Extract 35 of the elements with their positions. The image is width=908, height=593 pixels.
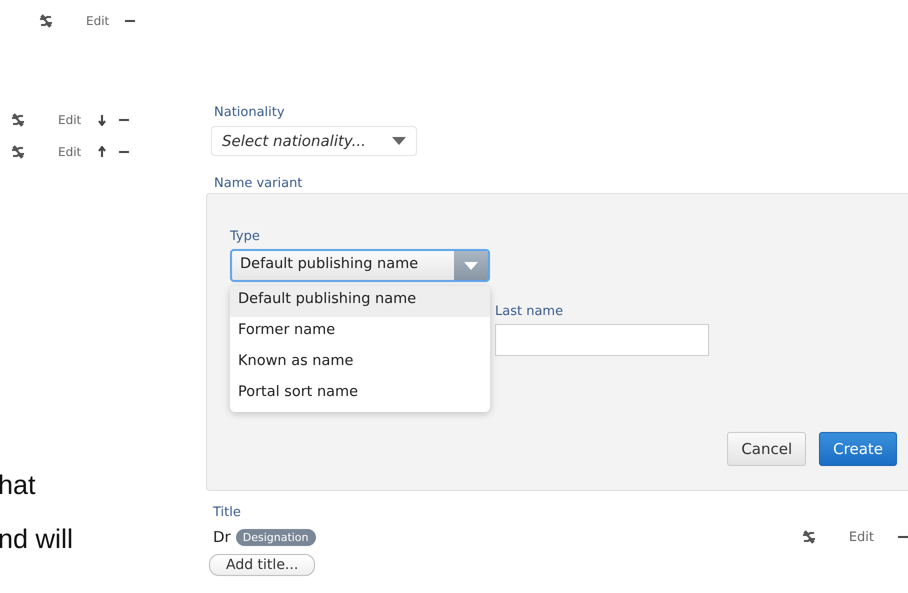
title-value: Dr bbox=[213, 528, 231, 546]
dropdown-option[interactable]: Known as name bbox=[230, 348, 490, 379]
field-label: Type bbox=[230, 229, 260, 244]
dropdown-option[interactable]: Former name bbox=[230, 317, 490, 348]
field-label: Title bbox=[213, 505, 241, 520]
minus-icon[interactable] bbox=[119, 118, 130, 122]
field-label: Nationality bbox=[214, 105, 285, 120]
nationality-select[interactable]: Select nationality... bbox=[211, 126, 417, 156]
document-text: hat bbox=[0, 469, 37, 502]
minus-icon[interactable] bbox=[119, 150, 130, 154]
document-text: nd will bbox=[0, 523, 74, 556]
dropdown-option[interactable]: Default publishing name bbox=[230, 286, 490, 317]
field-label: Last name bbox=[495, 304, 564, 319]
section-label: Name variant bbox=[214, 176, 302, 191]
minus-icon[interactable] bbox=[898, 535, 908, 539]
caret-icon bbox=[392, 137, 406, 145]
edit-link[interactable]: Edit bbox=[58, 145, 82, 159]
unlink-icon[interactable] bbox=[800, 529, 817, 545]
up-arrow-icon[interactable] bbox=[97, 146, 108, 158]
minus-icon[interactable] bbox=[125, 19, 136, 23]
edit-link[interactable]: Edit bbox=[58, 113, 82, 127]
designation-tag: Designation bbox=[236, 528, 316, 546]
dropdown-option[interactable]: Portal sort name bbox=[230, 379, 490, 410]
edit-link[interactable]: Edit bbox=[848, 530, 874, 544]
unlink-icon[interactable] bbox=[38, 13, 54, 29]
caret-icon bbox=[464, 262, 478, 270]
cancel-button[interactable]: Cancel bbox=[727, 432, 806, 466]
edit-link[interactable]: Edit bbox=[86, 14, 110, 28]
add-title-button[interactable]: Add title... bbox=[209, 554, 316, 576]
unlink-icon[interactable] bbox=[10, 112, 26, 128]
create-button[interactable]: Create bbox=[819, 432, 897, 466]
last-name-field[interactable] bbox=[495, 324, 709, 356]
unlink-icon[interactable] bbox=[10, 144, 26, 160]
down-arrow-icon[interactable] bbox=[97, 114, 108, 126]
type-select[interactable]: Default publishing name bbox=[230, 249, 490, 282]
